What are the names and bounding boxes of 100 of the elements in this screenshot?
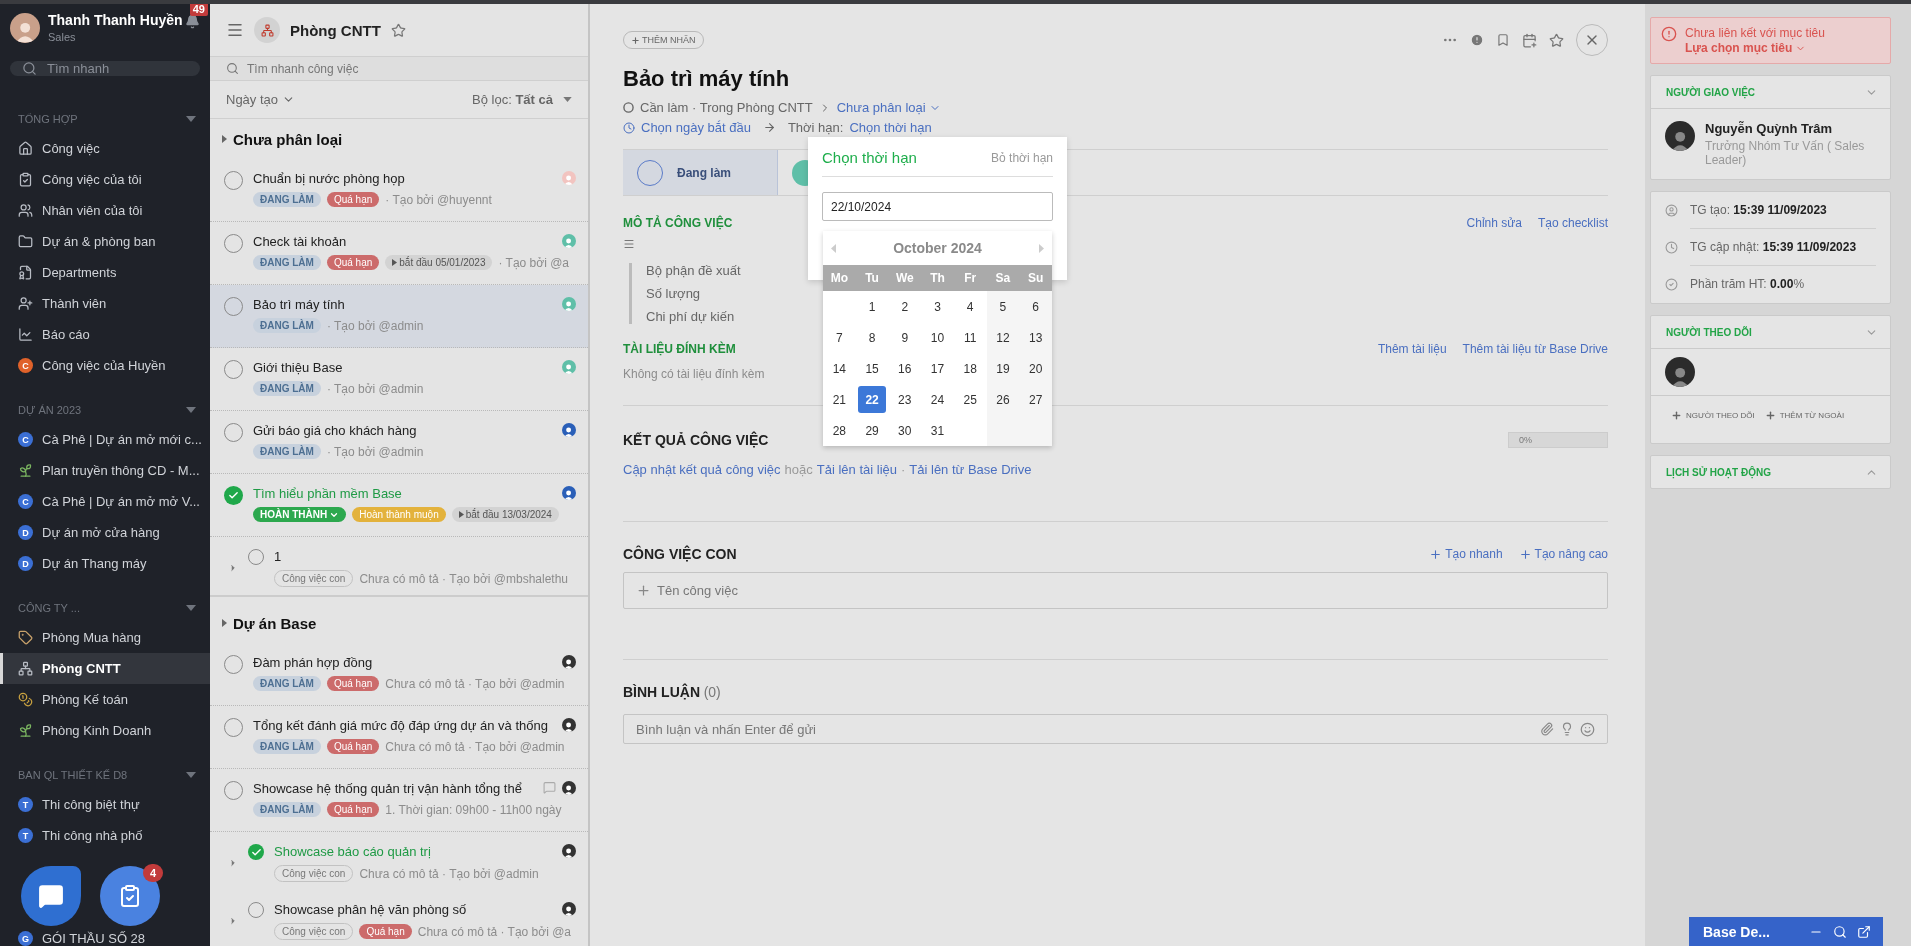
sidebar-item-label: Thành viên xyxy=(42,296,107,311)
sidebar-item-label: Dự án Thang máy xyxy=(42,556,147,571)
breadcrumb: Cần làm · Trong Phòng CNTT xyxy=(640,100,813,115)
section-title: BAN QL THIẾT KẾ D8 xyxy=(18,768,128,781)
status-badge: ĐANG LÀM xyxy=(253,676,321,691)
status-badge: ĐANG LÀM xyxy=(253,192,321,207)
section-title: CÔNG TY ... xyxy=(18,601,80,614)
section-title: CÔNG VIỆC CON xyxy=(623,546,737,562)
weekday-label: Th xyxy=(921,265,954,291)
sidebar-item-label: Cà Phê | Dự án mở mở V... xyxy=(42,494,200,509)
weekday-label: Su xyxy=(1019,265,1052,291)
task-meta: Chưa có mô tả · Tạo bởi @mbshalethu xyxy=(359,571,568,586)
sidebar-item-label: Phòng CNTT xyxy=(42,661,121,676)
section-title: MÔ TẢ CÔNG VIỆC xyxy=(623,216,733,230)
letter-avatar: G xyxy=(18,931,33,946)
info-text: Phần trăm HT: 0.00% xyxy=(1690,276,1806,293)
status-badge: ĐANG LÀM xyxy=(253,444,321,459)
start-date-tag: bắt đầu 13/03/2024 xyxy=(451,507,559,522)
sidebar-item-label: Cà Phê | Dự án mở mới c... xyxy=(42,432,202,447)
sidebar-item-label: Báo cáo xyxy=(42,327,90,342)
letter-avatar: C xyxy=(18,432,33,447)
status-badge: ĐANG LÀM xyxy=(253,255,321,270)
deadline-tag: Hoàn thành muộn xyxy=(352,507,446,522)
search-placeholder: Tìm nhanh công việc xyxy=(247,61,359,76)
deadline-tag: Quá hạn xyxy=(326,802,380,817)
task-meta: · Tạo bởi @admin xyxy=(326,381,424,396)
sidebar-item-label: Plan truyền thông CD - M... xyxy=(42,463,200,478)
weekday-label: Fr xyxy=(953,265,987,291)
chat-title: Base De... xyxy=(1703,923,1771,940)
group-title: Dự án Base xyxy=(233,614,317,632)
progress-text: 0% xyxy=(1519,435,1532,445)
deadline-tag: Quá hạn xyxy=(326,192,380,207)
sidebar-item-label: GÓI THẦU SỐ 28 xyxy=(42,931,146,946)
sidebar-item-label: Phòng Mua hàng xyxy=(42,630,142,645)
task-meta: · Tạo bởi @a xyxy=(498,255,569,270)
result-text: · xyxy=(901,462,906,477)
task-meta: 1. Thời gian: 09h00 - 11h00 ngày xyxy=(385,802,562,817)
section-title: KẾT QUẢ CÔNG VIỆC xyxy=(623,432,769,448)
sidebar-item-label: Phòng Kinh Doanh xyxy=(42,723,152,738)
sidebar-item-label: Công việc xyxy=(42,141,100,156)
card-title: LỊCH SỬ HOẠT ĐỘNG xyxy=(1666,466,1771,478)
deadline-tag: Quá hạn xyxy=(359,924,412,939)
section-title: DỰ ÁN 2023 xyxy=(18,403,82,416)
search-placeholder: Tìm nhanh xyxy=(47,61,110,76)
notification-count: 49 xyxy=(189,4,208,16)
section-title: TỔNG HỢP xyxy=(18,112,78,125)
weekday-label: Mo xyxy=(823,265,856,291)
sidebar-item-label: Departments xyxy=(42,265,117,280)
info-text: TG tạo: 15:39 11/09/2023 xyxy=(1690,192,1876,229)
list-title: Phòng CNTT xyxy=(290,21,381,39)
alert-text: Chưa liên kết với mục tiêu xyxy=(1685,26,1825,40)
status-badge: ĐANG LÀM xyxy=(253,739,321,754)
sidebar-item-label: Dự án mở cửa hàng xyxy=(42,525,160,540)
step-label: Đang làm xyxy=(677,165,731,180)
group-title: Chưa phân loại xyxy=(233,130,343,148)
empty-attachments-text: Không có tài liệu đính kèm xyxy=(623,367,765,381)
card-title: NGƯỜI THEO DÕI xyxy=(1666,326,1752,338)
result-text: hoặc xyxy=(784,462,813,477)
sidebar-item-label: Công việc của tôi xyxy=(42,172,142,187)
month-title: October 2024 xyxy=(893,240,982,256)
task-title: Bảo trì máy tính xyxy=(623,66,791,92)
description-line: Chi phí dự kiến xyxy=(646,309,735,324)
user-role: Sales xyxy=(48,31,77,43)
card-title: NGƯỜI GIAO VIỆC xyxy=(1666,86,1756,98)
deadline-tag: Quá hạn xyxy=(326,739,380,754)
description-line: Bộ phận đề xuất xyxy=(646,263,741,278)
letter-avatar: T xyxy=(18,797,33,812)
task-meta: Chưa có mô tả · Tạo bởi @a xyxy=(417,924,571,939)
task-meta: · Tạo bởi @admin xyxy=(326,444,424,459)
task-meta: · Tạo bởi @admin xyxy=(326,318,424,333)
letter-avatar: C xyxy=(18,358,33,373)
task-meta: Chưa có mô tả · Tạo bởi @admin xyxy=(359,866,539,881)
deadline-label: Thời hạn: xyxy=(787,120,844,135)
weekday-label: Sa xyxy=(986,265,1020,291)
letter-avatar: D xyxy=(18,556,33,571)
assigner-role: Trưởng Nhóm Tư Vấn ( Sales Leader) xyxy=(1705,139,1866,167)
status-badge: ĐANG LÀM xyxy=(253,381,321,396)
task-meta: Chưa có mô tả · Tạo bởi @admin xyxy=(385,676,565,691)
assigner-name: Nguyễn Quỳnh Trâm xyxy=(1705,121,1834,136)
sidebar-item-label: Thi công nhà phố xyxy=(42,828,143,843)
status-badge: ĐANG LÀM xyxy=(253,802,321,817)
letter-avatar: C xyxy=(18,494,33,509)
section-title: BÌNH LUẬN xyxy=(623,684,700,700)
sidebar-item-label: Thi công biệt thự xyxy=(42,797,140,812)
task-meta: · Tạo bởi @huyennt xyxy=(385,192,492,207)
sidebar-item-label: Phòng Kế toán xyxy=(42,692,129,707)
user-name: Thanh Thanh Huyền xyxy=(48,12,183,28)
popup-title: Chọn thời hạn xyxy=(822,149,917,166)
weekday-label: We xyxy=(888,265,922,291)
status-badge: ĐANG LÀM xyxy=(253,318,321,333)
letter-avatar: D xyxy=(18,525,33,540)
info-text: TG cập nhật: 15:39 11/09/2023 xyxy=(1690,229,1876,266)
sidebar-item-label: Dự án & phòng ban xyxy=(42,234,156,249)
start-date-tag: bắt đầu 05/01/2023 xyxy=(385,255,493,270)
section-title: TÀI LIỆU ĐÍNH KÈM xyxy=(623,342,736,356)
letter-avatar: T xyxy=(18,828,33,843)
sidebar-item-label: Nhân viên của tôi xyxy=(42,203,143,218)
description-line: Số lượng xyxy=(646,286,701,301)
deadline-tag: Quá hạn xyxy=(326,676,380,691)
weekday-label: Tu xyxy=(855,265,889,291)
